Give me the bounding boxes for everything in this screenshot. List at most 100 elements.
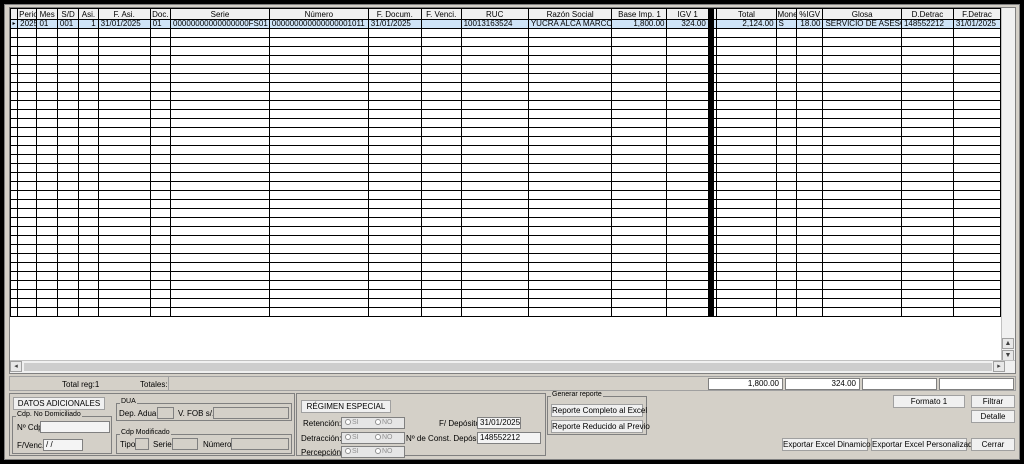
table-cell[interactable] bbox=[17, 199, 38, 209]
table-cell[interactable] bbox=[822, 154, 902, 164]
table-cell[interactable] bbox=[56, 28, 80, 38]
table-cell[interactable] bbox=[666, 73, 714, 83]
table-cell[interactable] bbox=[268, 181, 369, 191]
table-cell[interactable] bbox=[795, 127, 824, 137]
table-cell[interactable] bbox=[527, 253, 613, 263]
table-cell[interactable] bbox=[170, 109, 270, 119]
table-cell[interactable] bbox=[666, 208, 714, 218]
table-cell[interactable] bbox=[952, 163, 1002, 173]
table-cell[interactable] bbox=[822, 127, 902, 137]
table-cell[interactable] bbox=[900, 226, 954, 236]
table-cell[interactable] bbox=[36, 163, 58, 173]
table-cell[interactable] bbox=[367, 244, 422, 254]
table-cell[interactable] bbox=[795, 64, 824, 74]
table-cell[interactable] bbox=[36, 262, 58, 272]
table-cell[interactable] bbox=[97, 208, 151, 218]
table-cell[interactable] bbox=[775, 280, 797, 290]
table-cell[interactable] bbox=[952, 172, 1002, 182]
table-cell[interactable] bbox=[822, 163, 902, 173]
table-cell[interactable] bbox=[170, 289, 270, 299]
table-cell[interactable] bbox=[78, 55, 99, 65]
table-cell[interactable] bbox=[460, 190, 529, 200]
table-cell[interactable] bbox=[822, 235, 902, 245]
table-cell[interactable] bbox=[795, 262, 824, 272]
table-cell[interactable] bbox=[900, 253, 954, 263]
table-cell[interactable] bbox=[170, 73, 270, 83]
table-cell[interactable] bbox=[56, 82, 80, 92]
column-header[interactable]: Base Imp. 1 bbox=[611, 8, 668, 20]
table-cell[interactable] bbox=[78, 163, 99, 173]
const-deposito-input[interactable]: 148552212 bbox=[477, 432, 541, 444]
table-cell[interactable] bbox=[268, 226, 369, 236]
table-cell[interactable] bbox=[56, 37, 80, 47]
table-cell[interactable] bbox=[97, 289, 151, 299]
table-cell[interactable] bbox=[149, 109, 172, 119]
table-cell[interactable] bbox=[775, 64, 797, 74]
table-cell[interactable] bbox=[666, 55, 714, 65]
retencion-no-radio[interactable]: NO bbox=[375, 419, 393, 426]
table-cell[interactable] bbox=[420, 181, 462, 191]
table-cell[interactable] bbox=[527, 244, 613, 254]
table-cell[interactable] bbox=[367, 289, 422, 299]
table-cell[interactable] bbox=[367, 46, 422, 56]
table-row[interactable] bbox=[10, 163, 1002, 173]
row-indicator-icon[interactable] bbox=[10, 235, 19, 245]
table-cell[interactable] bbox=[17, 253, 38, 263]
row-indicator-icon[interactable] bbox=[10, 136, 19, 146]
table-cell[interactable] bbox=[36, 73, 58, 83]
table-cell[interactable] bbox=[795, 91, 824, 101]
table-cell[interactable] bbox=[149, 55, 172, 65]
table-row[interactable] bbox=[10, 289, 1002, 299]
table-cell[interactable] bbox=[900, 217, 954, 227]
table-row[interactable] bbox=[10, 28, 1002, 38]
table-cell[interactable] bbox=[36, 253, 58, 263]
table-cell[interactable] bbox=[78, 217, 99, 227]
table-cell[interactable] bbox=[527, 271, 613, 281]
table-cell[interactable] bbox=[527, 82, 613, 92]
table-cell[interactable] bbox=[666, 145, 714, 155]
reporte-reducido-button[interactable]: Reporte Reducido al Previo bbox=[551, 420, 650, 433]
table-cell[interactable] bbox=[367, 73, 422, 83]
table-cell[interactable]: 10013163524 bbox=[460, 19, 529, 29]
table-cell[interactable] bbox=[900, 28, 954, 38]
table-cell[interactable] bbox=[460, 46, 529, 56]
percepcion-si-radio[interactable]: SI bbox=[345, 448, 359, 455]
table-cell[interactable] bbox=[367, 55, 422, 65]
table-cell[interactable] bbox=[420, 172, 462, 182]
table-cell[interactable] bbox=[666, 100, 714, 110]
table-cell[interactable] bbox=[149, 190, 172, 200]
table-cell[interactable]: 1,800.00 bbox=[611, 19, 668, 29]
table-cell[interactable] bbox=[149, 127, 172, 137]
table-cell[interactable] bbox=[666, 91, 714, 101]
table-row[interactable] bbox=[10, 307, 1002, 317]
table-cell[interactable] bbox=[170, 100, 270, 110]
table-cell[interactable] bbox=[149, 208, 172, 218]
table-cell[interactable] bbox=[78, 91, 99, 101]
table-cell[interactable] bbox=[97, 46, 151, 56]
table-row[interactable] bbox=[10, 55, 1002, 65]
table-cell[interactable] bbox=[17, 136, 38, 146]
table-cell[interactable] bbox=[149, 280, 172, 290]
table-cell[interactable] bbox=[952, 109, 1002, 119]
table-cell[interactable] bbox=[952, 280, 1002, 290]
table-cell[interactable] bbox=[900, 154, 954, 164]
detalle-button[interactable]: Detalle bbox=[971, 410, 1015, 423]
table-row[interactable] bbox=[10, 217, 1002, 227]
table-cell[interactable] bbox=[149, 217, 172, 227]
table-cell[interactable] bbox=[611, 280, 668, 290]
table-cell[interactable] bbox=[716, 190, 777, 200]
column-header[interactable]: F. Docum. bbox=[367, 8, 422, 20]
table-cell[interactable] bbox=[170, 235, 270, 245]
table-cell[interactable] bbox=[716, 271, 777, 281]
table-cell[interactable] bbox=[78, 271, 99, 281]
fob-input[interactable] bbox=[213, 407, 289, 419]
table-cell[interactable] bbox=[460, 307, 529, 317]
table-cell[interactable] bbox=[775, 244, 797, 254]
table-cell[interactable] bbox=[420, 154, 462, 164]
table-cell[interactable] bbox=[795, 46, 824, 56]
table-cell[interactable] bbox=[36, 280, 58, 290]
table-cell[interactable] bbox=[78, 298, 99, 308]
table-cell[interactable] bbox=[367, 253, 422, 263]
table-cell[interactable] bbox=[78, 82, 99, 92]
table-cell[interactable] bbox=[268, 208, 369, 218]
